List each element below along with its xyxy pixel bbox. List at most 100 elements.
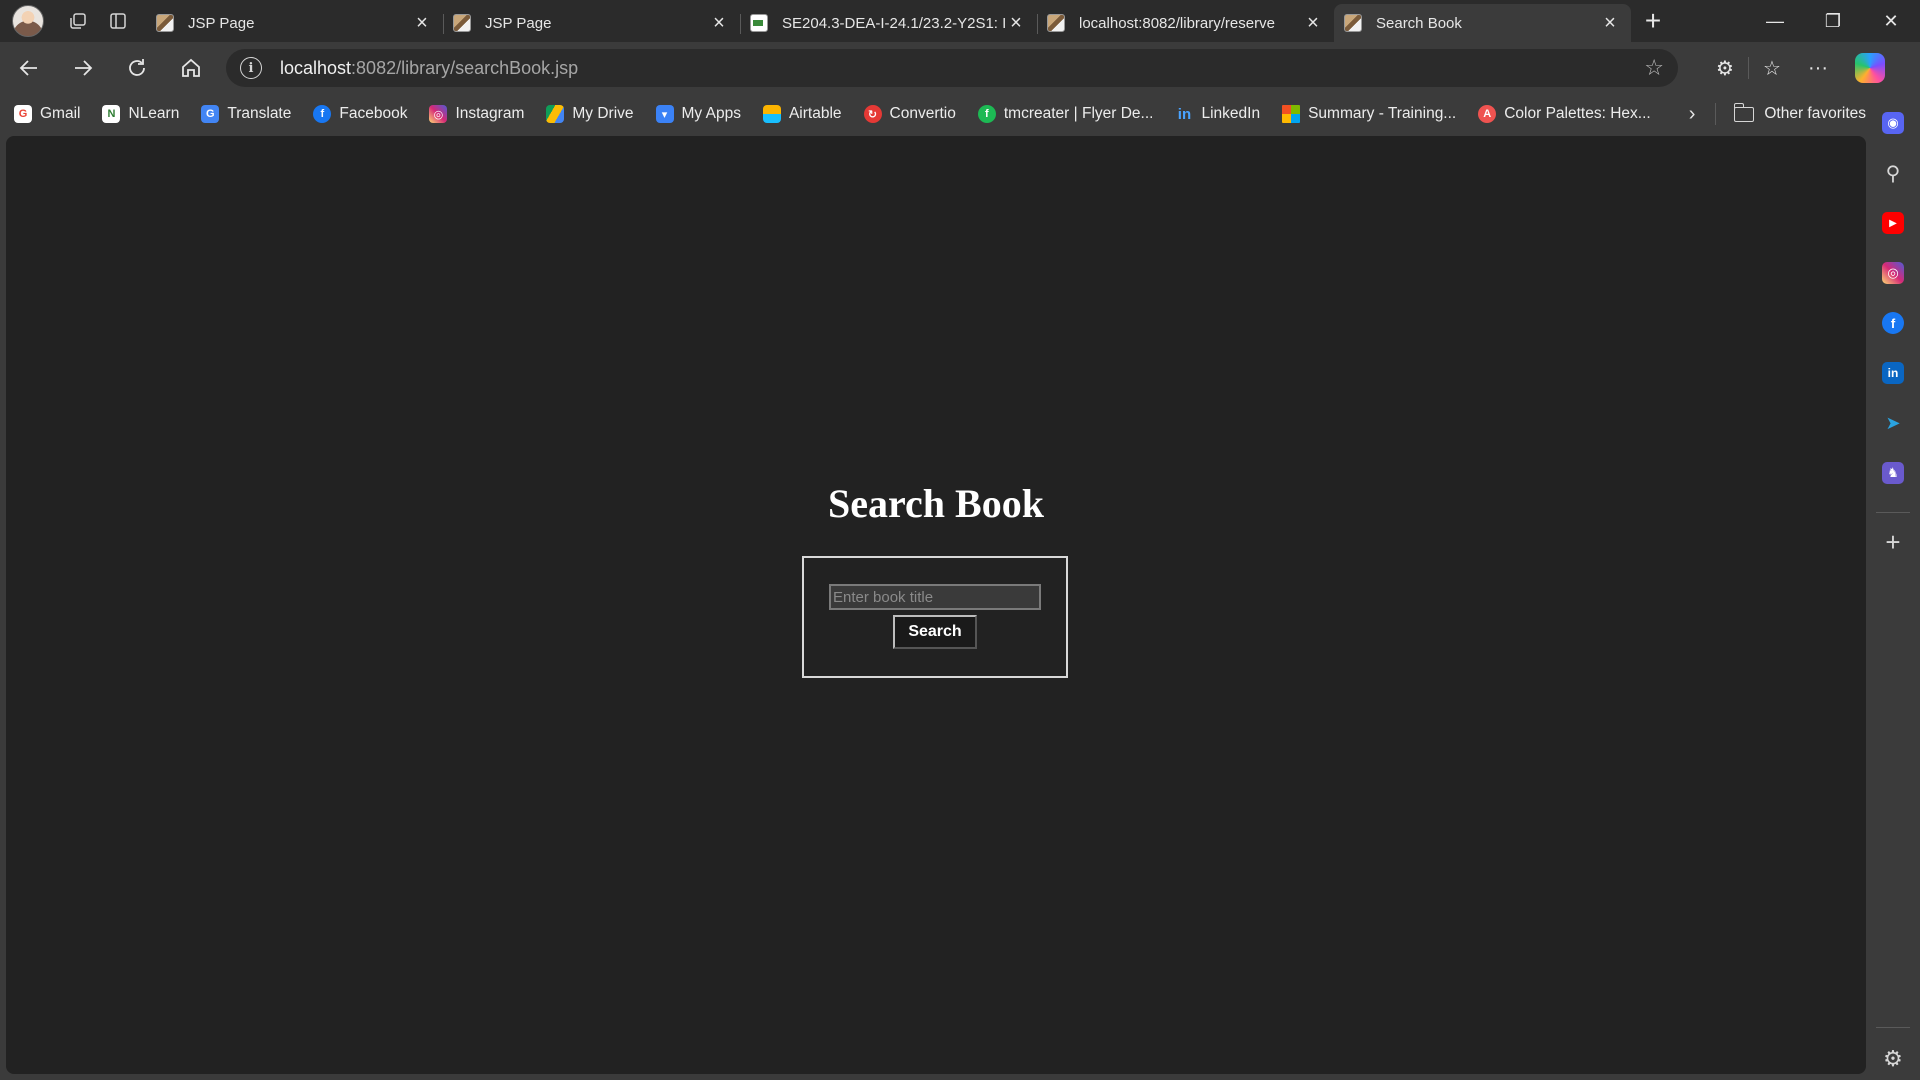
extensions-icon[interactable]: ⚙: [1702, 48, 1748, 88]
url-path: :8082/library/searchBook.jsp: [351, 57, 579, 78]
games-icon[interactable]: ♞: [1876, 456, 1910, 490]
bookmark-translate[interactable]: G Translate: [201, 105, 291, 123]
bookmark-label: tmcreater | Flyer De...: [1003, 105, 1154, 122]
chevron-right-icon[interactable]: ›: [1689, 103, 1696, 126]
address-bar[interactable]: i localhost:8082/library/searchBook.jsp …: [226, 49, 1678, 87]
window-controls: — ❐ ✕: [1746, 0, 1920, 42]
toolbar-right: ⚙ ☆ ···: [1702, 48, 1885, 88]
other-favorites-label: Other favorites: [1764, 105, 1867, 122]
profile-avatar[interactable]: [12, 5, 44, 37]
window-close-icon[interactable]: ✕: [1862, 0, 1920, 42]
tab[interactable]: localhost:8082/library/reserve ×: [1037, 4, 1334, 42]
bookmark-label: Gmail: [40, 105, 81, 122]
tab-title: JSP Page: [188, 14, 255, 32]
bookmark-label: LinkedIn: [1201, 105, 1261, 122]
gmail-icon: G: [14, 105, 32, 123]
nlearn-icon: N: [102, 105, 121, 123]
sidebar-divider: [1876, 1027, 1910, 1028]
site-info-icon[interactable]: i: [240, 57, 262, 79]
airtable-icon: [762, 105, 781, 123]
tab[interactable]: SE204.3-DEA-I-24.1/23.2-Y2S1: In ×: [740, 4, 1037, 42]
workspaces-icon[interactable]: [58, 3, 98, 39]
add-icon[interactable]: +: [1885, 527, 1900, 558]
discord-icon[interactable]: ◉: [1876, 106, 1910, 140]
youtube-icon[interactable]: ▶: [1876, 206, 1910, 240]
more-options-icon[interactable]: ···: [1795, 48, 1841, 88]
bookmark-label: Facebook: [339, 105, 408, 122]
convertio-icon: ↻: [863, 105, 882, 123]
copilot-icon[interactable]: [1855, 53, 1885, 83]
minimize-icon[interactable]: —: [1746, 0, 1804, 42]
linkedin-icon: in: [1177, 105, 1192, 123]
bookmark-label: Translate: [227, 105, 292, 122]
telegram-icon[interactable]: ➤: [1876, 406, 1910, 440]
close-icon[interactable]: ×: [411, 12, 433, 34]
bookmark-label: My Apps: [681, 105, 741, 122]
home-icon[interactable]: [166, 48, 216, 88]
drive-icon: [546, 105, 565, 123]
bookmark-tmcreater[interactable]: f tmcreater | Flyer De...: [977, 105, 1154, 123]
bookmark-nlearn[interactable]: N NLearn: [102, 105, 179, 123]
instagram-icon[interactable]: ◎: [1876, 256, 1910, 290]
favorites-icon[interactable]: ☆: [1749, 48, 1795, 88]
bookmark-airtable[interactable]: Airtable: [762, 105, 842, 123]
folder-icon: [1733, 102, 1755, 122]
tab[interactable]: JSP Page ×: [146, 4, 443, 42]
tab-active[interactable]: Search Book ×: [1334, 4, 1631, 42]
restore-icon[interactable]: ❐: [1804, 0, 1862, 42]
close-icon[interactable]: ×: [1302, 12, 1324, 34]
nlearn-favicon: [750, 14, 768, 32]
tab-title: localhost:8082/library/reserve: [1079, 14, 1275, 32]
instagram-icon: ◎: [429, 105, 448, 123]
bookmark-label: Airtable: [788, 105, 842, 122]
tab-list: JSP Page × JSP Page × SE204.3-DEA-I-24.1…: [146, 0, 1631, 42]
jsp-page-favicon: [156, 14, 174, 32]
page-viewport: Search Book Search: [6, 136, 1866, 1074]
bookmark-label: My Drive: [572, 105, 634, 122]
page-content: Search Book Search: [6, 136, 1866, 1074]
new-tab-icon[interactable]: +: [1631, 3, 1675, 39]
close-icon[interactable]: ×: [1599, 12, 1621, 34]
bookmark-facebook[interactable]: f Facebook: [313, 105, 407, 123]
url-text[interactable]: localhost:8082/library/searchBook.jsp: [280, 58, 1644, 79]
jsp-page-favicon: [1344, 14, 1362, 32]
bookmark-instagram[interactable]: ◎ Instagram: [429, 105, 524, 123]
bookmark-my-drive[interactable]: My Drive: [546, 105, 634, 123]
bookmark-label: Summary - Training...: [1308, 105, 1457, 122]
bookmark-color-palettes[interactable]: A Color Palettes: Hex...: [1478, 105, 1651, 123]
bookmark-label: Convertio: [889, 105, 956, 122]
book-title-input[interactable]: [829, 584, 1041, 610]
microsoft-icon: [1282, 105, 1301, 123]
search-form: Search: [802, 556, 1068, 678]
favorite-star-icon[interactable]: ☆: [1644, 55, 1664, 81]
url-host: localhost: [280, 57, 352, 78]
forward-icon[interactable]: [58, 48, 108, 88]
settings-gear-icon[interactable]: ⚙: [1883, 1046, 1903, 1072]
bookmark-label: Color Palettes: Hex...: [1504, 105, 1651, 122]
back-icon[interactable]: [4, 48, 54, 88]
other-favorites[interactable]: Other favorites: [1733, 102, 1867, 123]
bookmark-label: NLearn: [128, 105, 180, 122]
bookmark-linkedin[interactable]: in LinkedIn: [1175, 105, 1260, 123]
bookmark-convertio[interactable]: ↻ Convertio: [863, 105, 956, 123]
linkedin-icon[interactable]: in: [1876, 356, 1910, 390]
facebook-icon[interactable]: f: [1876, 306, 1910, 340]
apps-icon: ▾: [655, 105, 674, 123]
bookmark-gmail[interactable]: G Gmail: [14, 105, 80, 123]
bookmarks-divider: [1715, 103, 1717, 125]
close-icon[interactable]: ×: [708, 12, 730, 34]
toolbar: i localhost:8082/library/searchBook.jsp …: [0, 42, 1920, 94]
bookmark-summary-training[interactable]: Summary - Training...: [1282, 105, 1456, 123]
tab[interactable]: JSP Page ×: [443, 4, 740, 42]
close-icon[interactable]: ×: [1005, 12, 1027, 34]
bookmark-label: Instagram: [455, 105, 525, 122]
refresh-icon[interactable]: [112, 48, 162, 88]
bookmark-my-apps[interactable]: ▾ My Apps: [655, 105, 741, 123]
search-icon[interactable]: ⚲: [1876, 156, 1910, 190]
vertical-tabs-icon[interactable]: [98, 3, 138, 39]
jsp-page-favicon: [1047, 14, 1065, 32]
search-button[interactable]: Search: [893, 615, 977, 649]
bookmarks-bar: G Gmail N NLearn G Translate f Facebook ◎ Ins…: [0, 94, 1890, 134]
translate-icon: G: [201, 105, 220, 123]
tab-strip: JSP Page × JSP Page × SE204.3-DEA-I-24.1…: [0, 0, 1920, 42]
